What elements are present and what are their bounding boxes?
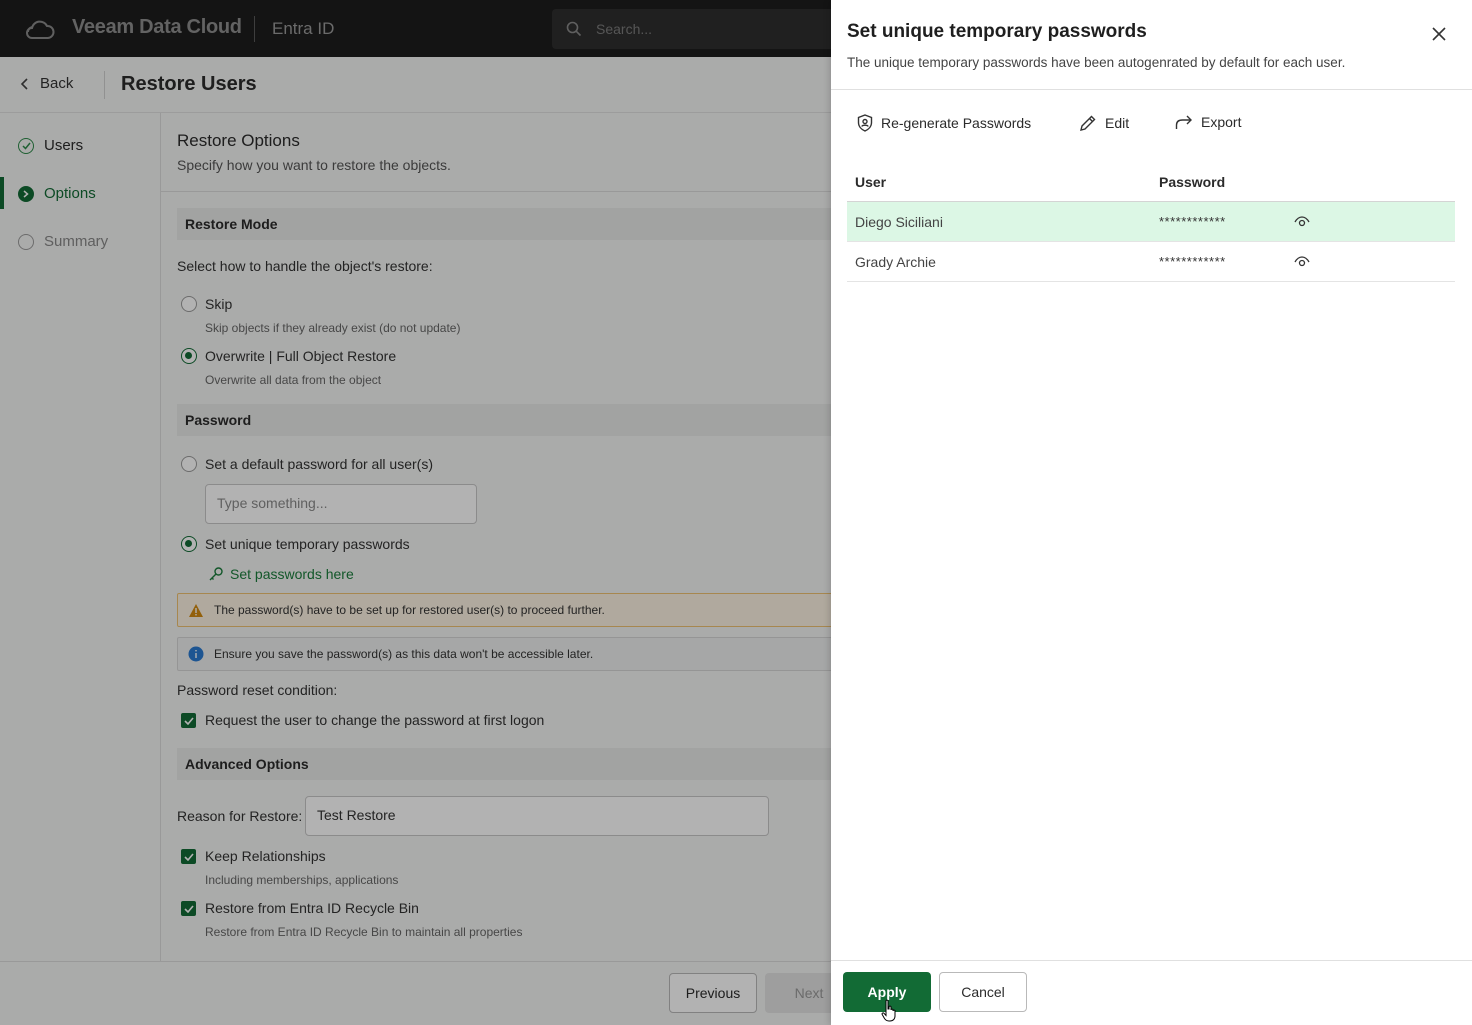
edit-button[interactable]: Edit: [1079, 114, 1129, 132]
cancel-button[interactable]: Cancel: [939, 972, 1027, 1012]
pencil-icon: [1080, 115, 1096, 131]
table-header: User Password: [847, 162, 1455, 202]
user-cell: Diego Siciliani: [855, 214, 943, 230]
column-header-user[interactable]: User: [855, 174, 886, 190]
close-icon: [1432, 27, 1446, 41]
show-password-icon[interactable]: [1294, 255, 1310, 269]
edit-label: Edit: [1105, 115, 1130, 131]
password-cell: ************: [1159, 254, 1226, 269]
user-cell: Grady Archie: [855, 254, 936, 270]
regenerate-passwords-button[interactable]: Re-generate Passwords: [857, 114, 1031, 132]
show-password-icon[interactable]: [1294, 215, 1310, 229]
password-cell: ************: [1159, 214, 1226, 229]
table-row[interactable]: Diego Siciliani ************: [847, 202, 1455, 242]
drawer-divider: [831, 89, 1472, 90]
drawer-footer-divider: [831, 960, 1472, 961]
column-header-password[interactable]: Password: [1159, 174, 1225, 190]
set-passwords-drawer: Set unique temporary passwords The uniqu…: [831, 0, 1472, 1025]
drawer-title: Set unique temporary passwords: [847, 21, 1147, 42]
drawer-subtitle: The unique temporary passwords have been…: [847, 55, 1346, 70]
hand-cursor-icon: [881, 999, 896, 1022]
close-button[interactable]: [1427, 22, 1451, 46]
export-label: Export: [1201, 114, 1242, 130]
table-row[interactable]: Grady Archie ************: [847, 242, 1455, 282]
export-button[interactable]: Export: [1175, 114, 1241, 130]
shield-user-icon: [857, 114, 873, 132]
share-arrow-icon: [1175, 115, 1192, 129]
regenerate-label: Re-generate Passwords: [881, 115, 1032, 131]
